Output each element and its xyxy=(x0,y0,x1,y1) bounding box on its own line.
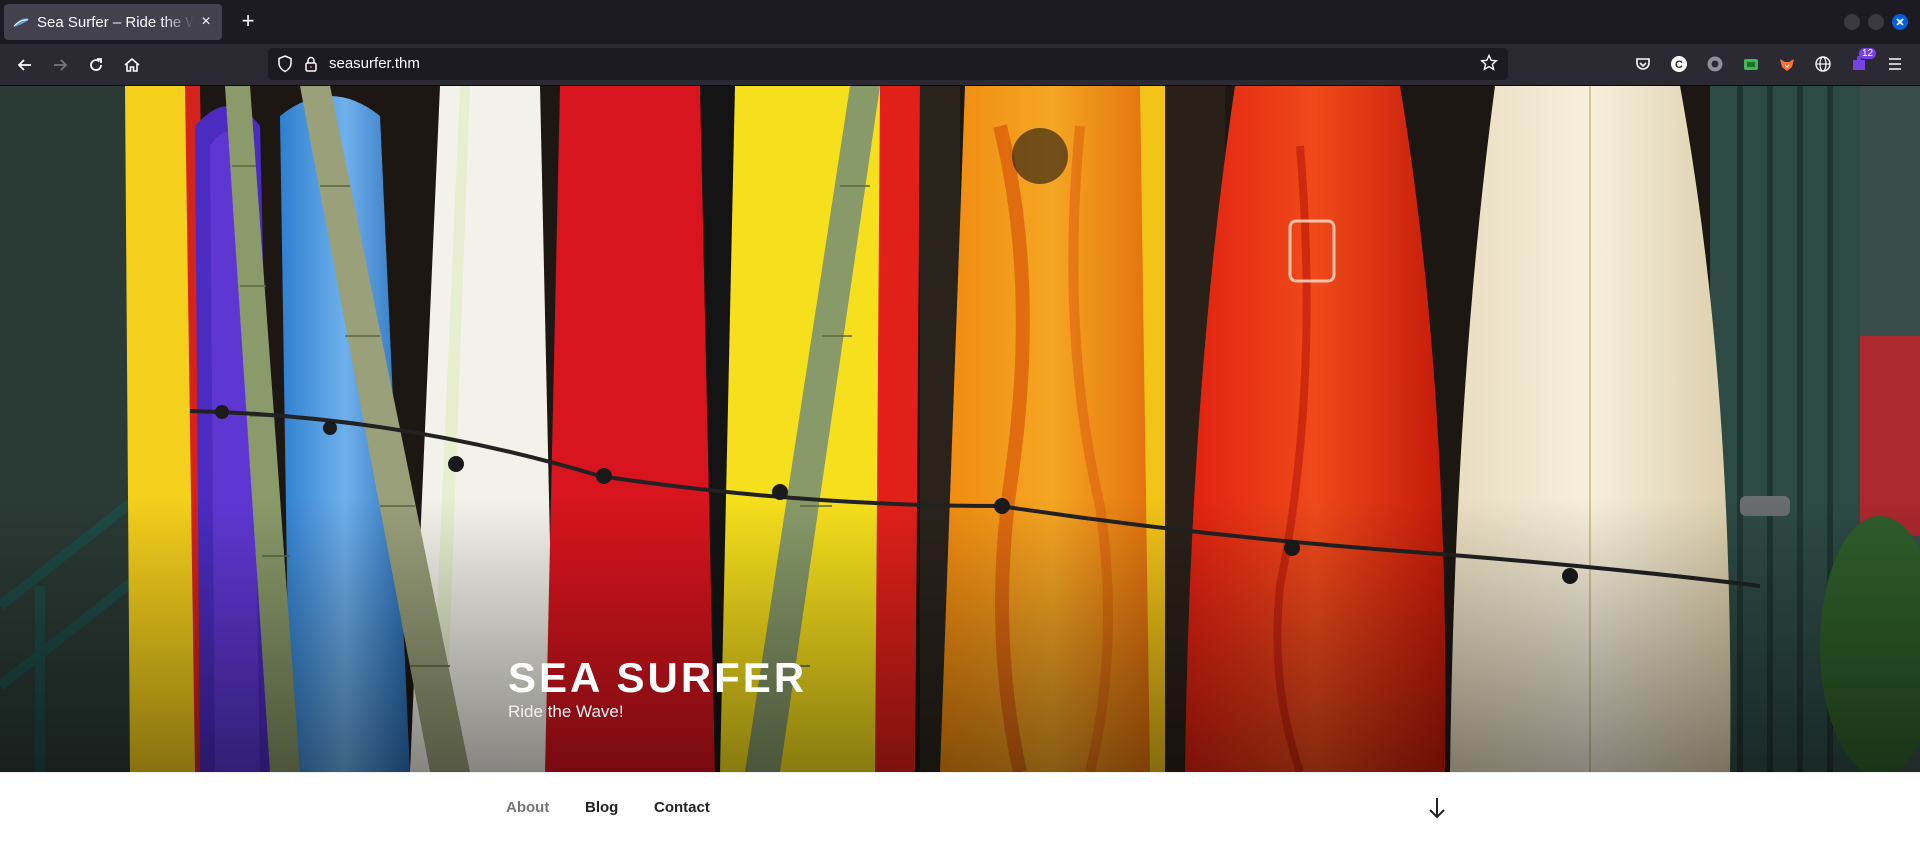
menu-hamburger-icon[interactable] xyxy=(1883,52,1907,76)
arrow-down-icon xyxy=(1429,798,1445,819)
svg-text:C: C xyxy=(1675,59,1683,71)
back-arrow-icon xyxy=(17,59,31,71)
extension-fox-icon[interactable] xyxy=(1775,52,1799,76)
minimize-window-button[interactable] xyxy=(1844,14,1860,30)
home-button[interactable] xyxy=(119,52,145,78)
extensions-badge: 12 xyxy=(1859,48,1877,59)
nav-item-blog[interactable]: Blog xyxy=(585,799,618,816)
home-icon xyxy=(124,57,140,72)
nav-item-about[interactable]: About xyxy=(506,799,549,816)
extension-circle-icon[interactable] xyxy=(1703,52,1727,76)
close-window-button[interactable] xyxy=(1892,14,1908,30)
forward-button[interactable] xyxy=(47,52,73,78)
pocket-icon[interactable] xyxy=(1631,52,1655,76)
extension-c-icon[interactable]: C xyxy=(1667,52,1691,76)
reload-button[interactable] xyxy=(83,52,109,78)
url-bar[interactable]: seasurfer.thm xyxy=(268,48,1508,80)
lock-icon[interactable] xyxy=(303,55,319,78)
new-tab-button[interactable]: + xyxy=(236,10,260,34)
bookmark-star-icon[interactable] xyxy=(1480,53,1498,77)
extension-green-icon[interactable] xyxy=(1739,52,1763,76)
browser-tab[interactable]: Sea Surfer – Ride the Wave! × xyxy=(4,4,222,40)
back-button[interactable] xyxy=(12,52,38,78)
reload-icon xyxy=(90,58,102,71)
shield-icon[interactable] xyxy=(277,55,293,78)
hero-header-image: SEA SURFER Ride the Wave! xyxy=(0,86,1920,772)
globe-icon[interactable] xyxy=(1811,52,1835,76)
tab-title: Sea Surfer – Ride the Wave! xyxy=(37,13,194,31)
nav-item-contact[interactable]: Contact xyxy=(654,799,710,816)
surfboard-favicon-icon xyxy=(12,14,30,30)
site-navigation: About Blog Contact xyxy=(0,772,1920,843)
site-title[interactable]: SEA SURFER xyxy=(508,654,807,702)
extensions-puzzle-icon[interactable]: 12 xyxy=(1847,48,1877,76)
browser-tab-strip: Sea Surfer – Ride the Wave! × + xyxy=(0,0,1920,44)
url-text[interactable]: seasurfer.thm xyxy=(329,55,420,72)
scroll-down-button[interactable] xyxy=(1426,795,1448,821)
navigation-toolbar: seasurfer.thm C 12 xyxy=(0,44,1920,86)
forward-arrow-icon xyxy=(54,59,68,71)
close-icon xyxy=(1896,18,1904,26)
site-description: Ride the Wave! xyxy=(508,702,624,721)
maximize-window-button[interactable] xyxy=(1868,14,1884,30)
tab-close-icon[interactable]: × xyxy=(198,13,214,30)
surfboards-photo xyxy=(0,86,1920,772)
